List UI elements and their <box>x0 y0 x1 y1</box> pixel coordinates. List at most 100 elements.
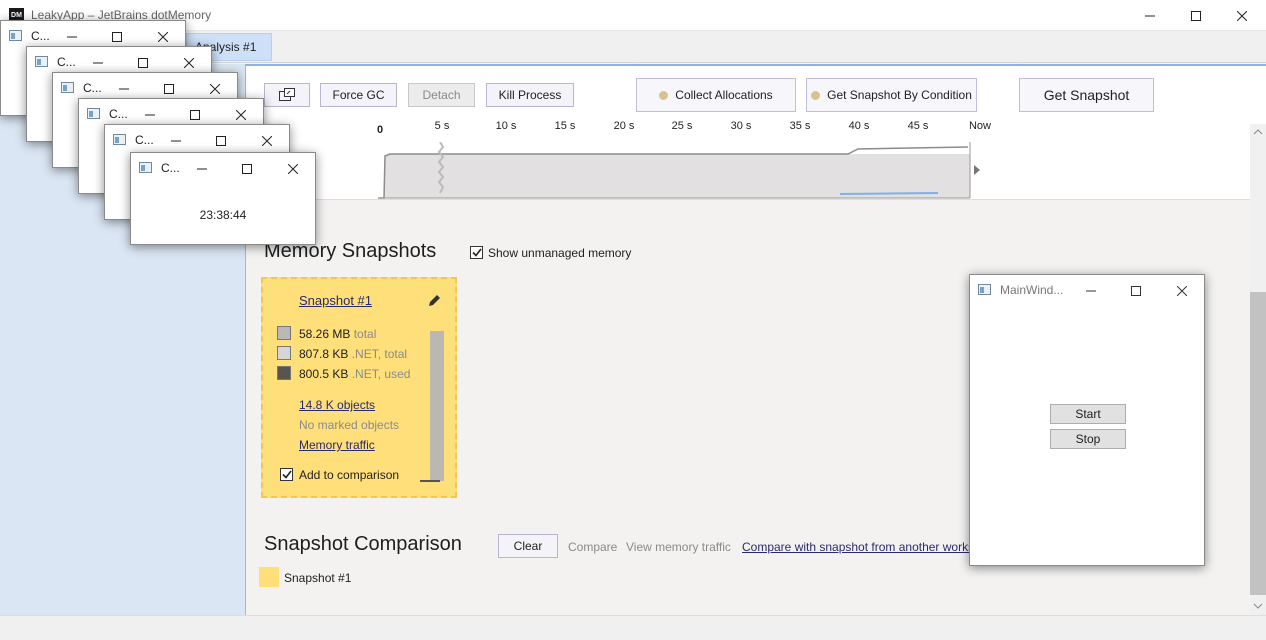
comparison-snapshot-label: Snapshot #1 <box>284 571 352 585</box>
status-dot-icon <box>659 90 669 100</box>
minimize-button[interactable] <box>1127 0 1173 31</box>
timeline-tick-label: Now <box>968 120 992 132</box>
stat-label: .NET, total <box>351 347 408 361</box>
detach-button[interactable]: Detach <box>408 83 475 107</box>
timeline-tick-label: 40 s <box>848 120 870 132</box>
add-to-comparison-checkbox[interactable] <box>280 468 293 481</box>
main-window-minimize-button[interactable] <box>1068 275 1114 306</box>
stat-label: .NET, used <box>351 367 411 381</box>
snapshot-name-link[interactable]: Snapshot #1 <box>299 293 372 308</box>
show-unmanaged-label: Show unmanaged memory <box>488 246 632 260</box>
window-icon <box>9 30 22 41</box>
stat-color-swatch <box>277 366 291 380</box>
window-icon <box>87 108 100 119</box>
checkmark-icon <box>281 470 292 479</box>
maximize-icon <box>242 163 252 174</box>
maximize-icon <box>216 135 226 146</box>
close-icon <box>1177 285 1187 296</box>
minimize-icon <box>197 168 207 169</box>
close-button[interactable] <box>1219 0 1265 31</box>
clock-minimize-button[interactable] <box>179 153 225 184</box>
clock-window-titlebar: C... <box>131 153 315 184</box>
memory-traffic-link[interactable]: Memory traffic <box>299 438 375 452</box>
play-arrow-icon[interactable] <box>973 165 981 175</box>
clock-window-title: C... <box>135 133 154 147</box>
scroll-thumb[interactable] <box>1250 292 1266 595</box>
add-to-comparison-label: Add to comparison <box>299 468 400 482</box>
kill-process-button[interactable]: Kill Process <box>486 83 574 107</box>
snapshot-by-condition-button[interactable]: Get Snapshot By Condition <box>806 78 977 112</box>
main-window-titlebar: MainWind... <box>970 275 1204 306</box>
clock-window-title: C... <box>109 107 128 121</box>
maximize-icon <box>190 109 200 120</box>
timeline-tick-label: 30 s <box>730 120 752 132</box>
main-window: MainWind... Start Stop <box>969 274 1205 566</box>
get-snapshot-button[interactable]: Get Snapshot <box>1019 78 1154 112</box>
edit-pencil-icon[interactable] <box>427 294 441 308</box>
collect-allocations-label: Collect Allocations <box>675 88 773 102</box>
close-icon <box>236 109 246 120</box>
minimize-icon <box>145 114 155 115</box>
stat-value: 800.5 KB .NET, used <box>299 367 411 381</box>
clock-window-title: C... <box>57 55 76 69</box>
stat-color-swatch <box>277 346 291 360</box>
memory-usage-graph <box>378 142 971 199</box>
comparison-snapshot-swatch <box>259 567 279 587</box>
clock-maximize-button[interactable] <box>224 153 270 184</box>
maximize-icon <box>1191 10 1201 21</box>
view-memory-traffic-link[interactable]: View memory traffic <box>626 540 731 554</box>
snapshot-by-condition-label: Get Snapshot By Condition <box>827 88 972 102</box>
maximize-icon <box>1131 285 1141 296</box>
maximize-icon <box>138 57 148 68</box>
compare-another-workspace-link[interactable]: Compare with snapshot from another works… <box>742 540 969 554</box>
timeline-tick-label: 25 s <box>671 120 693 132</box>
show-unmanaged-checkbox[interactable] <box>470 246 483 259</box>
timeline-tick-label: 35 s <box>789 120 811 132</box>
main-window-close-button[interactable] <box>1159 275 1205 306</box>
toolbar: Force GC Detach Kill Process Collect All… <box>246 64 1266 124</box>
timeline-tick-label: 45 s <box>907 120 929 132</box>
start-button[interactable]: Start <box>1050 404 1126 424</box>
close-icon <box>184 57 194 68</box>
timeline-chart: 0 5 s 10 s 15 s 20 s 25 s 30 s 35 s 40 s 45 s Now <box>246 120 1250 200</box>
clock-window: C... 23:38:44 <box>130 152 316 245</box>
clear-button[interactable]: Clear <box>498 534 558 558</box>
timeline-tick-label: 20 s <box>613 120 635 132</box>
popout-icon <box>279 88 295 101</box>
minimize-icon <box>67 36 77 37</box>
stat-label: total <box>353 327 377 341</box>
stat-value: 58.26 MB total <box>299 327 377 341</box>
maximize-button[interactable] <box>1173 0 1219 31</box>
popout-button[interactable] <box>264 83 310 107</box>
minimize-icon <box>1145 15 1155 16</box>
snapshot-bar-baseline <box>420 480 440 482</box>
collect-allocations-button[interactable]: Collect Allocations <box>636 78 796 112</box>
snapshot-card[interactable]: Snapshot #1 58.26 MB total 807.8 KB .NET,… <box>261 277 457 498</box>
checkmark-icon <box>471 248 482 257</box>
close-icon <box>158 31 168 42</box>
scroll-down-icon[interactable] <box>1253 602 1263 610</box>
scroll-up-icon[interactable] <box>1253 128 1263 136</box>
snapshot-size-bar <box>430 331 444 481</box>
timeline-tick-label: 10 s <box>495 120 517 132</box>
compare-link[interactable]: Compare <box>568 540 617 554</box>
force-gc-button[interactable]: Force GC <box>320 83 397 107</box>
window-icon <box>139 162 152 173</box>
clock-window-title: C... <box>31 29 50 43</box>
snapshot-comparison-heading: Snapshot Comparison <box>264 533 462 555</box>
minimize-icon <box>93 62 103 63</box>
stop-button[interactable]: Stop <box>1050 429 1126 449</box>
window-icon <box>35 56 48 67</box>
clock-time-text: 23:38:44 <box>199 208 247 222</box>
close-icon <box>210 83 220 94</box>
timeline-tick-label: 0 <box>376 124 384 136</box>
objects-link[interactable]: 14.8 K objects <box>299 398 375 412</box>
clock-close-button[interactable] <box>270 153 316 184</box>
timeline-tick-label: 5 s <box>434 120 450 132</box>
title-bar: DM LeakyApp – JetBrains dotMemory <box>0 0 1266 31</box>
maximize-icon <box>112 31 122 42</box>
minimize-icon <box>1086 290 1096 291</box>
main-window-maximize-button[interactable] <box>1113 275 1159 306</box>
window-icon <box>61 82 74 93</box>
main-window-title: MainWind... <box>1000 283 1064 297</box>
